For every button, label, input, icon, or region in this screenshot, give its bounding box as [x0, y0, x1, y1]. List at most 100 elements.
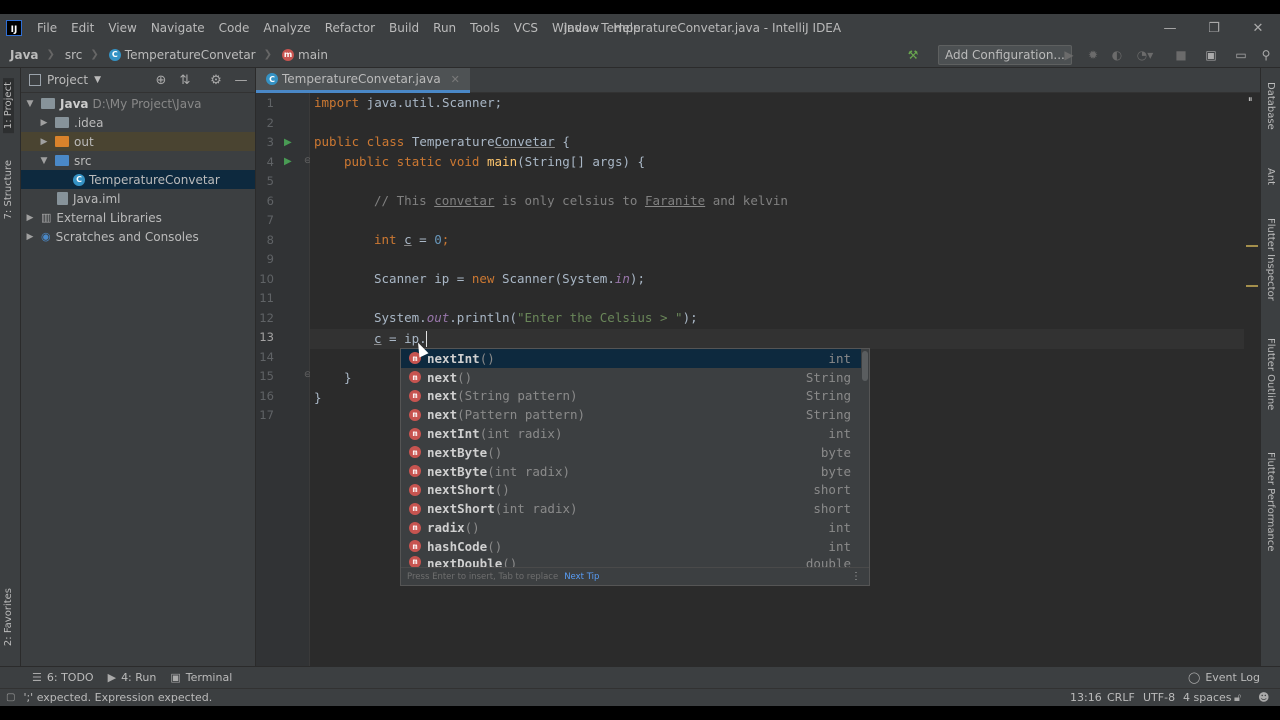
completion-item[interactable]: m nextInt() int: [401, 349, 861, 368]
tree-label: Java: [60, 96, 89, 111]
tab-favorites[interactable]: 2: Favorites: [3, 588, 14, 646]
warning-marker[interactable]: [1246, 245, 1258, 247]
close-window-button[interactable]: ✕: [1236, 14, 1280, 42]
tab-structure[interactable]: 7: Structure: [3, 160, 14, 219]
text-caret: [426, 331, 427, 347]
maximize-button[interactable]: ❐: [1192, 14, 1236, 42]
collapsed-arrow-icon[interactable]: ▶: [39, 137, 49, 147]
tree-item-scratches[interactable]: ▶ ◉ Scratches and Consoles: [21, 227, 255, 246]
tree-item-out[interactable]: ▶ out: [21, 132, 255, 151]
stop-icon[interactable]: ■: [1172, 46, 1190, 64]
completion-item[interactable]: m nextByte() byte: [401, 443, 861, 462]
minimize-button[interactable]: —: [1148, 14, 1192, 42]
completion-item[interactable]: m radix() int: [401, 518, 861, 537]
toggle-tool-windows-icon[interactable]: ▢: [6, 692, 15, 703]
tree-item-class-file[interactable]: C TemperatureConvetar: [21, 170, 255, 189]
tree-item-src[interactable]: ▼ src: [21, 151, 255, 170]
todo-tool-button[interactable]: ☰ 6: TODO: [32, 671, 94, 684]
run-main-gutter-icon[interactable]: ▶: [284, 156, 292, 167]
menu-vcs[interactable]: VCS: [507, 21, 545, 35]
inspector-icon[interactable]: ☻: [1258, 691, 1269, 704]
file-encoding[interactable]: UTF-8: [1143, 691, 1175, 704]
completion-item[interactable]: m hashCode() int: [401, 537, 861, 556]
completion-item[interactable]: m next (Pattern pattern) String: [401, 405, 861, 424]
terminal-tool-button[interactable]: ▣ Terminal: [170, 671, 232, 684]
project-structure-icon[interactable]: ▣: [1202, 46, 1220, 64]
collapsed-arrow-icon[interactable]: ▶: [25, 232, 35, 242]
tab-flutter-performance[interactable]: Flutter Performance: [1265, 452, 1276, 552]
event-log-button[interactable]: ◯ Event Log: [1188, 671, 1260, 684]
search-icon[interactable]: ⚲: [1257, 46, 1275, 64]
indent-setting[interactable]: 4 spaces: [1183, 691, 1232, 704]
completion-scrollbar[interactable]: [862, 351, 868, 381]
build-hammer-icon[interactable]: ⚒: [904, 46, 922, 64]
completion-item[interactable]: m nextShort (int radix) short: [401, 499, 861, 518]
menu-refactor[interactable]: Refactor: [318, 21, 382, 35]
menu-edit[interactable]: Edit: [64, 21, 101, 35]
menu-code[interactable]: Code: [212, 21, 257, 35]
completion-item[interactable]: m nextByte (int radix) byte: [401, 462, 861, 481]
lock-icon[interactable]: 🔓︎: [1234, 691, 1241, 705]
status-message: ';' expected. Expression expected.: [23, 691, 213, 704]
completion-item[interactable]: m nextDouble() double: [401, 555, 861, 568]
completion-item[interactable]: m nextShort() short: [401, 481, 861, 500]
class-icon: C: [73, 173, 85, 186]
collapsed-arrow-icon[interactable]: ▶: [39, 118, 49, 128]
project-view-selector[interactable]: Project: [47, 73, 88, 87]
tab-database[interactable]: Database: [1265, 82, 1276, 130]
tree-item-iml[interactable]: Java.iml: [21, 189, 255, 208]
line-number: 14: [259, 349, 274, 364]
more-options-icon[interactable]: ⋮: [851, 571, 861, 582]
tab-flutter-outline[interactable]: Flutter Outline: [1265, 338, 1276, 410]
menu-analyze[interactable]: Analyze: [256, 21, 317, 35]
breadcrumb-src[interactable]: src ❯: [55, 48, 99, 62]
menu-file[interactable]: File: [30, 21, 64, 35]
run-icon: ▶: [107, 671, 117, 684]
tab-flutter-inspector[interactable]: Flutter Inspector: [1265, 218, 1276, 301]
close-tab-icon[interactable]: ✕: [451, 73, 460, 86]
completion-item[interactable]: m nextInt (int radix) int: [401, 424, 861, 443]
tab-project[interactable]: 1: Project: [3, 78, 14, 134]
debug-icon[interactable]: ✹: [1084, 46, 1102, 64]
profile-icon[interactable]: ◔▾: [1136, 46, 1154, 64]
tree-item-external-libraries[interactable]: ▶ ▥ External Libraries: [21, 208, 255, 227]
coverage-icon[interactable]: ◐: [1108, 46, 1126, 64]
dropdown-arrow-icon[interactable]: ▼: [94, 75, 101, 85]
breadcrumb-class[interactable]: C TemperatureConvetar ❯: [99, 48, 272, 62]
line-separator[interactable]: CRLF: [1107, 691, 1135, 704]
hide-panel-icon[interactable]: —: [233, 72, 249, 88]
breadcrumb-method[interactable]: m main: [272, 48, 328, 62]
warning-marker[interactable]: [1246, 285, 1258, 287]
run-icon[interactable]: ▶: [1060, 46, 1078, 64]
code-line-6: // This convetar is only celsius to Fara…: [374, 192, 788, 208]
line-number: 5: [266, 174, 274, 188]
completion-item[interactable]: m next (String pattern) String: [401, 387, 861, 406]
class-icon: C: [266, 73, 278, 85]
add-configuration-button[interactable]: Add Configuration...: [938, 45, 1072, 65]
list-icon: ☰: [32, 671, 42, 684]
tree-item-idea[interactable]: ▶ .idea: [21, 113, 255, 132]
locate-icon[interactable]: ⊕: [153, 72, 169, 88]
collapsed-arrow-icon[interactable]: ▶: [25, 213, 35, 223]
tree-item-java[interactable]: ▼ Java D:\My Project\Java: [21, 94, 255, 113]
menu-tools[interactable]: Tools: [463, 21, 507, 35]
breadcrumb-project[interactable]: Java ❯: [0, 48, 55, 62]
menu-build[interactable]: Build: [382, 21, 426, 35]
tab-ant[interactable]: Ant: [1265, 168, 1276, 185]
layout-icon[interactable]: ▭: [1232, 46, 1250, 64]
run-class-gutter-icon[interactable]: ▶: [284, 137, 292, 148]
menu-run[interactable]: Run: [426, 21, 463, 35]
gear-icon[interactable]: ⚙: [208, 72, 224, 88]
completion-item[interactable]: m next() String: [401, 368, 861, 387]
expanded-arrow-icon[interactable]: ▼: [25, 99, 35, 109]
run-tool-button[interactable]: ▶ 4: Run: [108, 671, 157, 684]
next-tip-link[interactable]: Next Tip: [564, 572, 599, 582]
collapse-all-icon[interactable]: ⇅: [177, 72, 193, 88]
menu-navigate[interactable]: Navigate: [144, 21, 212, 35]
code-line-8: int c = 0;: [374, 231, 450, 247]
expanded-arrow-icon[interactable]: ▼: [39, 156, 49, 166]
line-number: 6: [266, 193, 274, 208]
caret-position[interactable]: 13:16: [1070, 691, 1102, 704]
tab-temperature-convetar[interactable]: C TemperatureConvetar.java ✕: [256, 68, 470, 93]
menu-view[interactable]: View: [101, 21, 143, 35]
